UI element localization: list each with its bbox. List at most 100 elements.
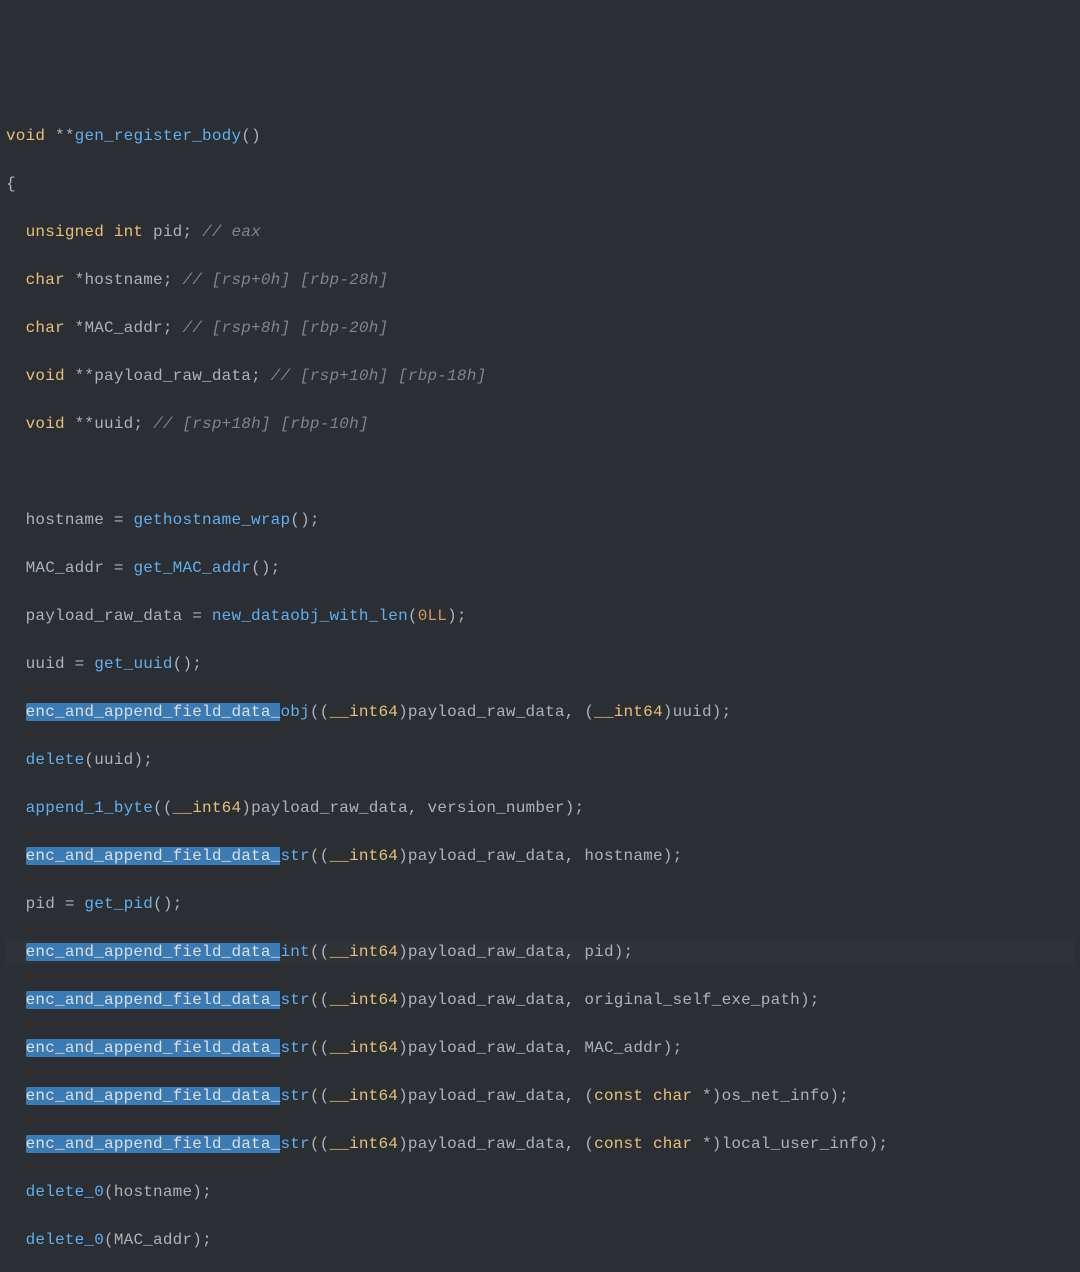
highlighted-text: enc_and_append_field_data_ <box>26 943 281 961</box>
punctuation: ( <box>104 1231 114 1249</box>
variable: hostname <box>584 847 662 865</box>
punctuation: ) <box>398 847 408 865</box>
type-cast: __int64 <box>329 1087 398 1105</box>
punctuation: ) <box>241 799 251 817</box>
comment: // [rsp+10h] [rbp-18h] <box>261 367 486 385</box>
operator: = <box>65 655 94 673</box>
function-call: str <box>280 1039 309 1057</box>
variable: pid <box>153 223 182 241</box>
variable: uuid <box>94 415 133 433</box>
indent <box>6 1039 26 1057</box>
punctuation: ); <box>712 703 732 721</box>
punctuation: ) <box>398 991 408 1009</box>
code-line: char *MAC_addr; // [rsp+8h] [rbp-20h] <box>6 316 1074 340</box>
function-call: get_uuid <box>94 655 172 673</box>
indent <box>6 223 26 241</box>
operator: ** <box>55 127 75 145</box>
punctuation: (( <box>153 799 173 817</box>
variable: payload_raw_data <box>251 799 408 817</box>
brace: { <box>6 175 16 193</box>
code-line: unsigned int pid; // eax <box>6 220 1074 244</box>
punctuation: () <box>241 127 261 145</box>
comment: // [rsp+0h] [rbp-28h] <box>173 271 389 289</box>
indent <box>6 319 26 337</box>
function-call: delete <box>26 751 85 769</box>
indent <box>6 655 26 673</box>
punctuation: ); <box>663 847 683 865</box>
type-cast: __int64 <box>329 847 398 865</box>
variable: hostname <box>26 511 104 529</box>
highlighted-text: enc_and_append_field_data_ <box>26 703 281 721</box>
punctuation: (( <box>310 1087 330 1105</box>
variable: MAC_addr <box>84 319 162 337</box>
code-line: delete_0(MAC_addr); <box>6 1228 1074 1252</box>
punctuation: ); <box>829 1087 849 1105</box>
variable: pid <box>584 943 613 961</box>
comment: // eax <box>192 223 261 241</box>
code-line: void **payload_raw_data; // [rsp+10h] [r… <box>6 364 1074 388</box>
type-keyword: void <box>26 415 65 433</box>
code-line <box>6 460 1074 484</box>
type-cast: __int64 <box>329 703 398 721</box>
indent <box>6 895 26 913</box>
punctuation: , ( <box>565 1135 594 1153</box>
variable: pid <box>26 895 55 913</box>
indent <box>6 1087 26 1105</box>
highlighted-text: enc_and_append_field_data_ <box>26 991 281 1009</box>
variable: hostname <box>84 271 162 289</box>
indent <box>6 1231 26 1249</box>
type-cast: const char <box>594 1087 692 1105</box>
variable: payload_raw_data <box>408 943 565 961</box>
punctuation: , ( <box>565 1087 594 1105</box>
indent <box>6 367 26 385</box>
punctuation: (); <box>153 895 182 913</box>
variable: MAC_addr <box>114 1231 192 1249</box>
blank <box>6 463 16 481</box>
punctuation: (( <box>310 991 330 1009</box>
operator: = <box>104 559 133 577</box>
punctuation: ) <box>398 1135 408 1153</box>
type-keyword: void <box>26 367 65 385</box>
type-cast: __int64 <box>173 799 242 817</box>
punctuation: , ( <box>565 703 594 721</box>
indent <box>6 511 26 529</box>
type-keyword: char <box>26 271 65 289</box>
punctuation: (); <box>251 559 280 577</box>
operator: = <box>104 511 133 529</box>
indent <box>6 847 26 865</box>
indent <box>6 415 26 433</box>
punctuation: , <box>565 991 585 1009</box>
code-line: enc_and_append_field_data_obj((__int64)p… <box>6 700 1074 724</box>
highlighted-text: enc_and_append_field_data_ <box>26 847 281 865</box>
punctuation: (( <box>310 703 330 721</box>
function-call: get_MAC_addr <box>133 559 251 577</box>
operator: = <box>55 895 84 913</box>
variable: uuid <box>673 703 712 721</box>
operator: *) <box>692 1087 721 1105</box>
variable: MAC_addr <box>26 559 104 577</box>
punctuation: ); <box>447 607 467 625</box>
function-call: str <box>280 847 309 865</box>
function-call: gethostname_wrap <box>133 511 290 529</box>
code-line: void **gen_register_body() <box>6 124 1074 148</box>
code-line: void **uuid; // [rsp+18h] [rbp-10h] <box>6 412 1074 436</box>
punctuation: (); <box>173 655 202 673</box>
code-line: enc_and_append_field_data_str((__int64)p… <box>6 988 1074 1012</box>
code-line: { <box>6 172 1074 196</box>
function-call: delete_0 <box>26 1231 104 1249</box>
code-line: enc_and_append_field_data_str((__int64)p… <box>6 1084 1074 1108</box>
variable: MAC_addr <box>584 1039 662 1057</box>
code-editor[interactable]: void **gen_register_body() { unsigned in… <box>6 100 1074 1272</box>
code-line: enc_and_append_field_data_str((__int64)p… <box>6 1132 1074 1156</box>
indent <box>6 943 26 961</box>
code-line: delete_0(hostname); <box>6 1180 1074 1204</box>
punctuation: ; <box>251 367 261 385</box>
type-cast: const char <box>594 1135 692 1153</box>
function-call: get_pid <box>84 895 153 913</box>
operator: * <box>65 319 85 337</box>
variable: payload_raw_data <box>408 847 565 865</box>
code-line: enc_and_append_field_data_int((__int64)p… <box>6 940 1074 964</box>
punctuation: ); <box>800 991 820 1009</box>
punctuation: ; <box>133 415 143 433</box>
type-cast: __int64 <box>594 703 663 721</box>
